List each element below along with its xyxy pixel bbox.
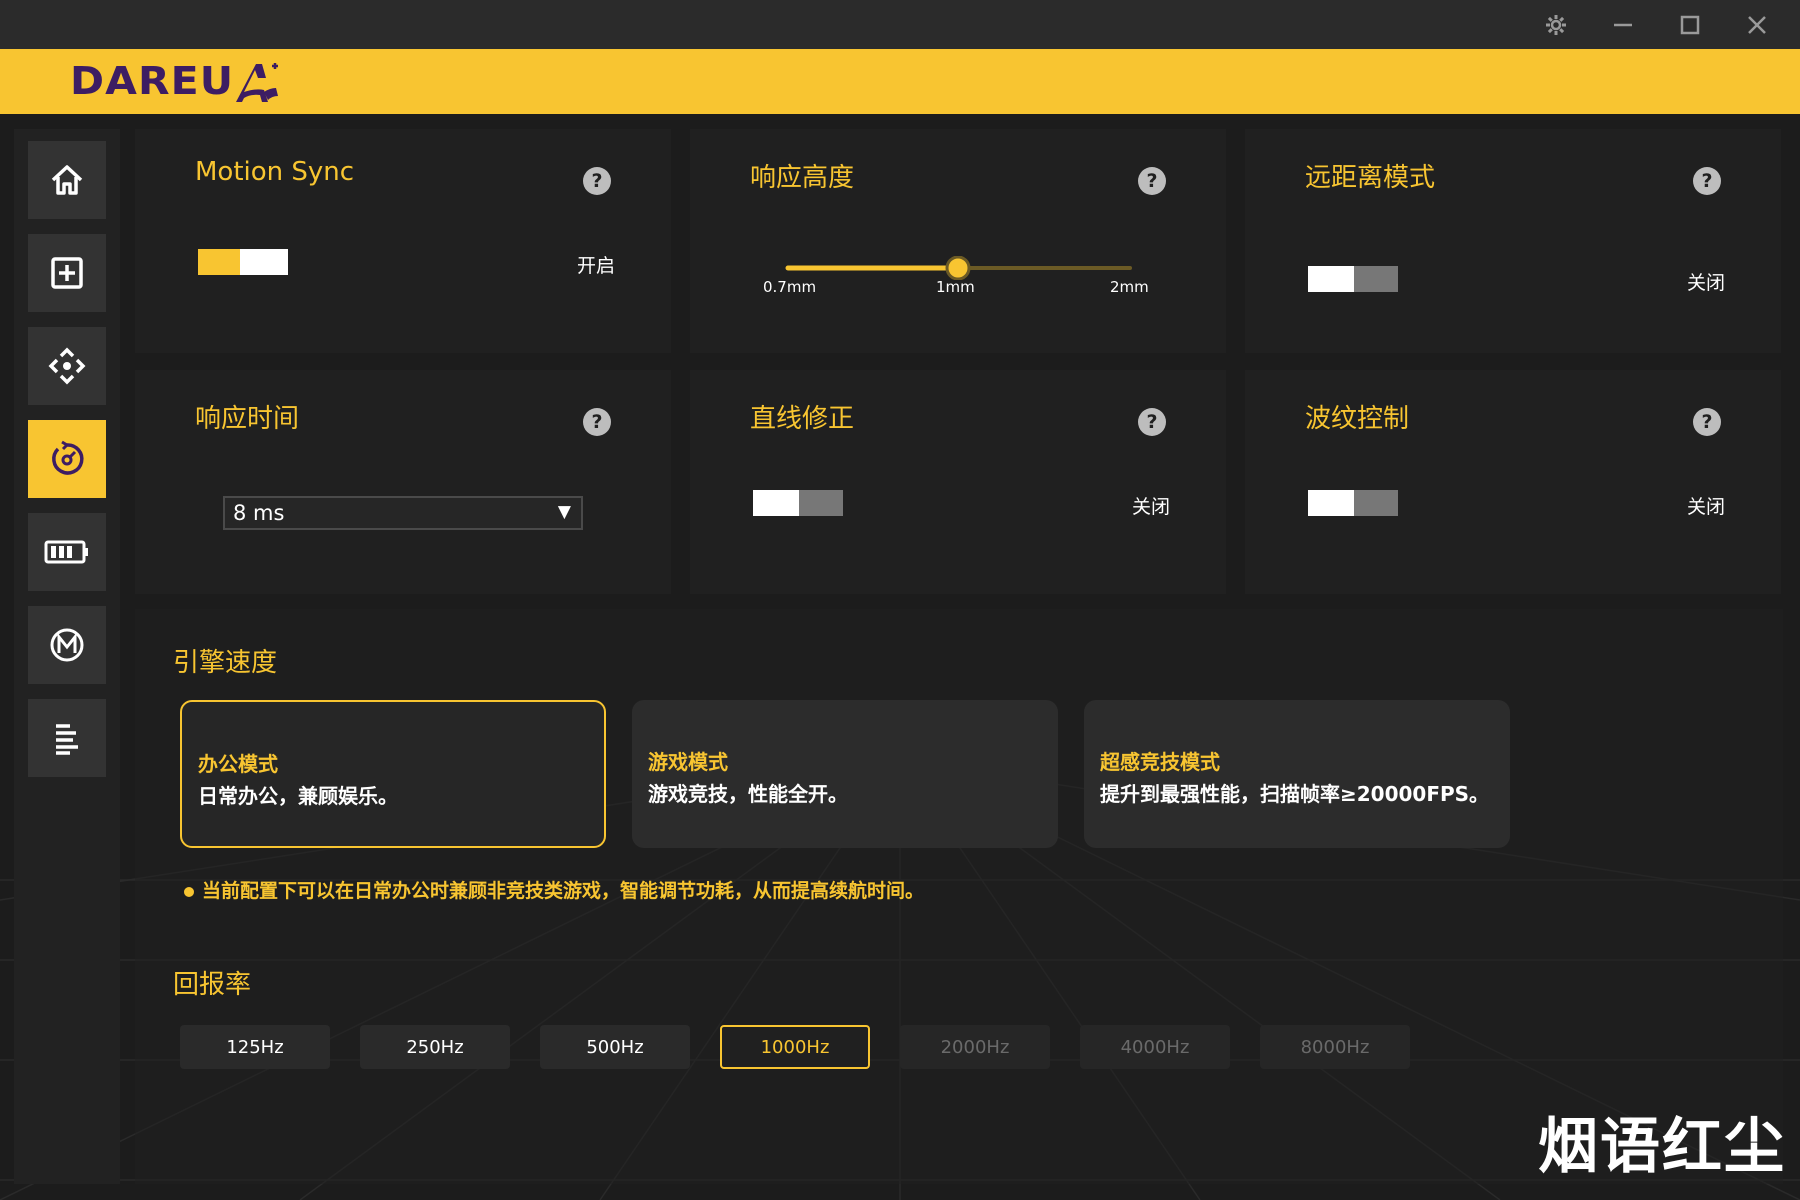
minimize-icon[interactable] — [1593, 0, 1653, 49]
long-distance-state: 关闭 — [1687, 272, 1726, 294]
ripple-state: 关闭 — [1687, 496, 1726, 518]
long-distance-card: 远距离模式 ? 关闭 — [1245, 129, 1781, 353]
ripple-help-icon[interactable]: ? — [1693, 408, 1721, 436]
macro-icon — [50, 628, 84, 662]
nav-home[interactable] — [28, 141, 106, 219]
maximize-icon[interactable] — [1660, 0, 1720, 49]
bullet-dot-icon — [184, 886, 194, 897]
angle-snap-title: 直线修正 — [750, 404, 855, 434]
motion-sync-state: 开启 — [577, 255, 616, 277]
logo-text: DAREU — [70, 59, 235, 103]
gear-icon[interactable] — [1526, 0, 1586, 49]
motion-sync-toggle[interactable] — [198, 249, 288, 275]
mode-game-desc: 游戏竞技，性能全开。 — [648, 782, 848, 806]
motion-sync-help-icon[interactable]: ? — [583, 167, 611, 195]
response-time-select[interactable]: 8 ms ▼ — [223, 496, 583, 530]
lift-off-card: 响应高度 ? — [690, 129, 1226, 353]
rate-500-button[interactable]: 500Hz — [540, 1025, 690, 1069]
battery-icon — [44, 540, 88, 564]
nav-buttons[interactable] — [28, 234, 106, 312]
rate-4000-button[interactable]: 4000Hz — [1080, 1025, 1230, 1069]
angle-snap-toggle[interactable] — [753, 490, 843, 516]
slider-thumb[interactable] — [945, 256, 971, 280]
engine-title: 引擎速度 — [173, 648, 278, 678]
angle-snap-state: 关闭 — [1132, 496, 1171, 518]
rate-2000-button[interactable]: 2000Hz — [900, 1025, 1050, 1069]
rate-125-button[interactable]: 125Hz — [180, 1025, 330, 1069]
mode-office-name: 办公模式 — [198, 752, 278, 776]
mode-office-desc: 日常办公，兼顾娱乐。 — [198, 784, 398, 808]
header-bar: DAREU — [0, 49, 1800, 114]
angle-snap-card: 直线修正 ? 关闭 — [690, 370, 1226, 594]
ripple-title: 波纹控制 — [1305, 404, 1410, 434]
long-distance-toggle[interactable] — [1308, 266, 1398, 292]
nav-battery[interactable] — [28, 513, 106, 591]
ripple-card: 波纹控制 ? 关闭 — [1245, 370, 1781, 594]
long-distance-help-icon[interactable]: ? — [1693, 167, 1721, 195]
rate-250-button[interactable]: 250Hz — [360, 1025, 510, 1069]
logo-a-plus-icon — [236, 63, 279, 102]
add-box-icon — [51, 257, 83, 289]
response-time-card: 响应时间 ? — [135, 370, 671, 594]
rate-8000-button[interactable]: 8000Hz — [1260, 1025, 1410, 1069]
watermark-text: 烟语红尘 — [1538, 1112, 1786, 1182]
lift-off-tick-min: 0.7mm — [763, 278, 817, 296]
home-icon — [51, 165, 83, 195]
lift-off-title: 响应高度 — [750, 163, 855, 193]
nav-settings-list[interactable] — [28, 699, 106, 777]
motion-sync-card: Motion Sync ? 开启 — [135, 129, 671, 353]
motion-sync-title: Motion Sync — [195, 157, 355, 187]
mode-office-card[interactable]: 办公模式 日常办公，兼顾娱乐。 — [180, 700, 606, 848]
performance-icon — [52, 440, 84, 475]
lift-off-tick-max: 2mm — [1110, 278, 1149, 296]
sidebar — [14, 129, 120, 1184]
mode-esports-desc: 提升到最强性能，扫描帧率≥20000FPS。 — [1100, 782, 1490, 806]
angle-snap-help-icon[interactable]: ? — [1138, 408, 1166, 436]
nav-macro[interactable] — [28, 606, 106, 684]
long-distance-title: 远距离模式 — [1305, 163, 1436, 193]
engine-note: 当前配置下可以在日常办公时兼顾非竞技类游戏，智能调节功耗，从而提高续航时间。 — [184, 876, 924, 903]
nav-performance[interactable] — [28, 420, 106, 498]
title-bar — [0, 0, 1800, 49]
dpad-icon — [48, 347, 86, 385]
close-icon[interactable] — [1727, 0, 1787, 49]
lift-off-help-icon[interactable]: ? — [1138, 167, 1166, 195]
response-time-title: 响应时间 — [195, 404, 300, 434]
response-time-help-icon[interactable]: ? — [583, 408, 611, 436]
text-lines-icon — [56, 724, 78, 755]
lift-off-tick-mid: 1mm — [936, 278, 975, 296]
mode-esports-card[interactable]: 超感竞技模式 提升到最强性能，扫描帧率≥20000FPS。 — [1084, 700, 1510, 848]
response-time-value: 8 ms — [233, 501, 285, 525]
nav-dpi[interactable] — [28, 327, 106, 405]
engine-note-text: 当前配置下可以在日常办公时兼顾非竞技类游戏，智能调节功耗，从而提高续航时间。 — [202, 880, 925, 902]
brand-logo: DAREU — [70, 58, 288, 104]
lift-off-slider[interactable] — [784, 256, 1132, 280]
polling-title: 回报率 — [173, 970, 252, 1000]
rate-1000-button[interactable]: 1000Hz — [720, 1025, 870, 1069]
ripple-toggle[interactable] — [1308, 490, 1398, 516]
chevron-down-icon: ▼ — [557, 502, 571, 522]
mode-game-card[interactable]: 游戏模式 游戏竞技，性能全开。 — [632, 700, 1058, 848]
mode-esports-name: 超感竞技模式 — [1100, 750, 1220, 774]
mode-game-name: 游戏模式 — [648, 750, 728, 774]
